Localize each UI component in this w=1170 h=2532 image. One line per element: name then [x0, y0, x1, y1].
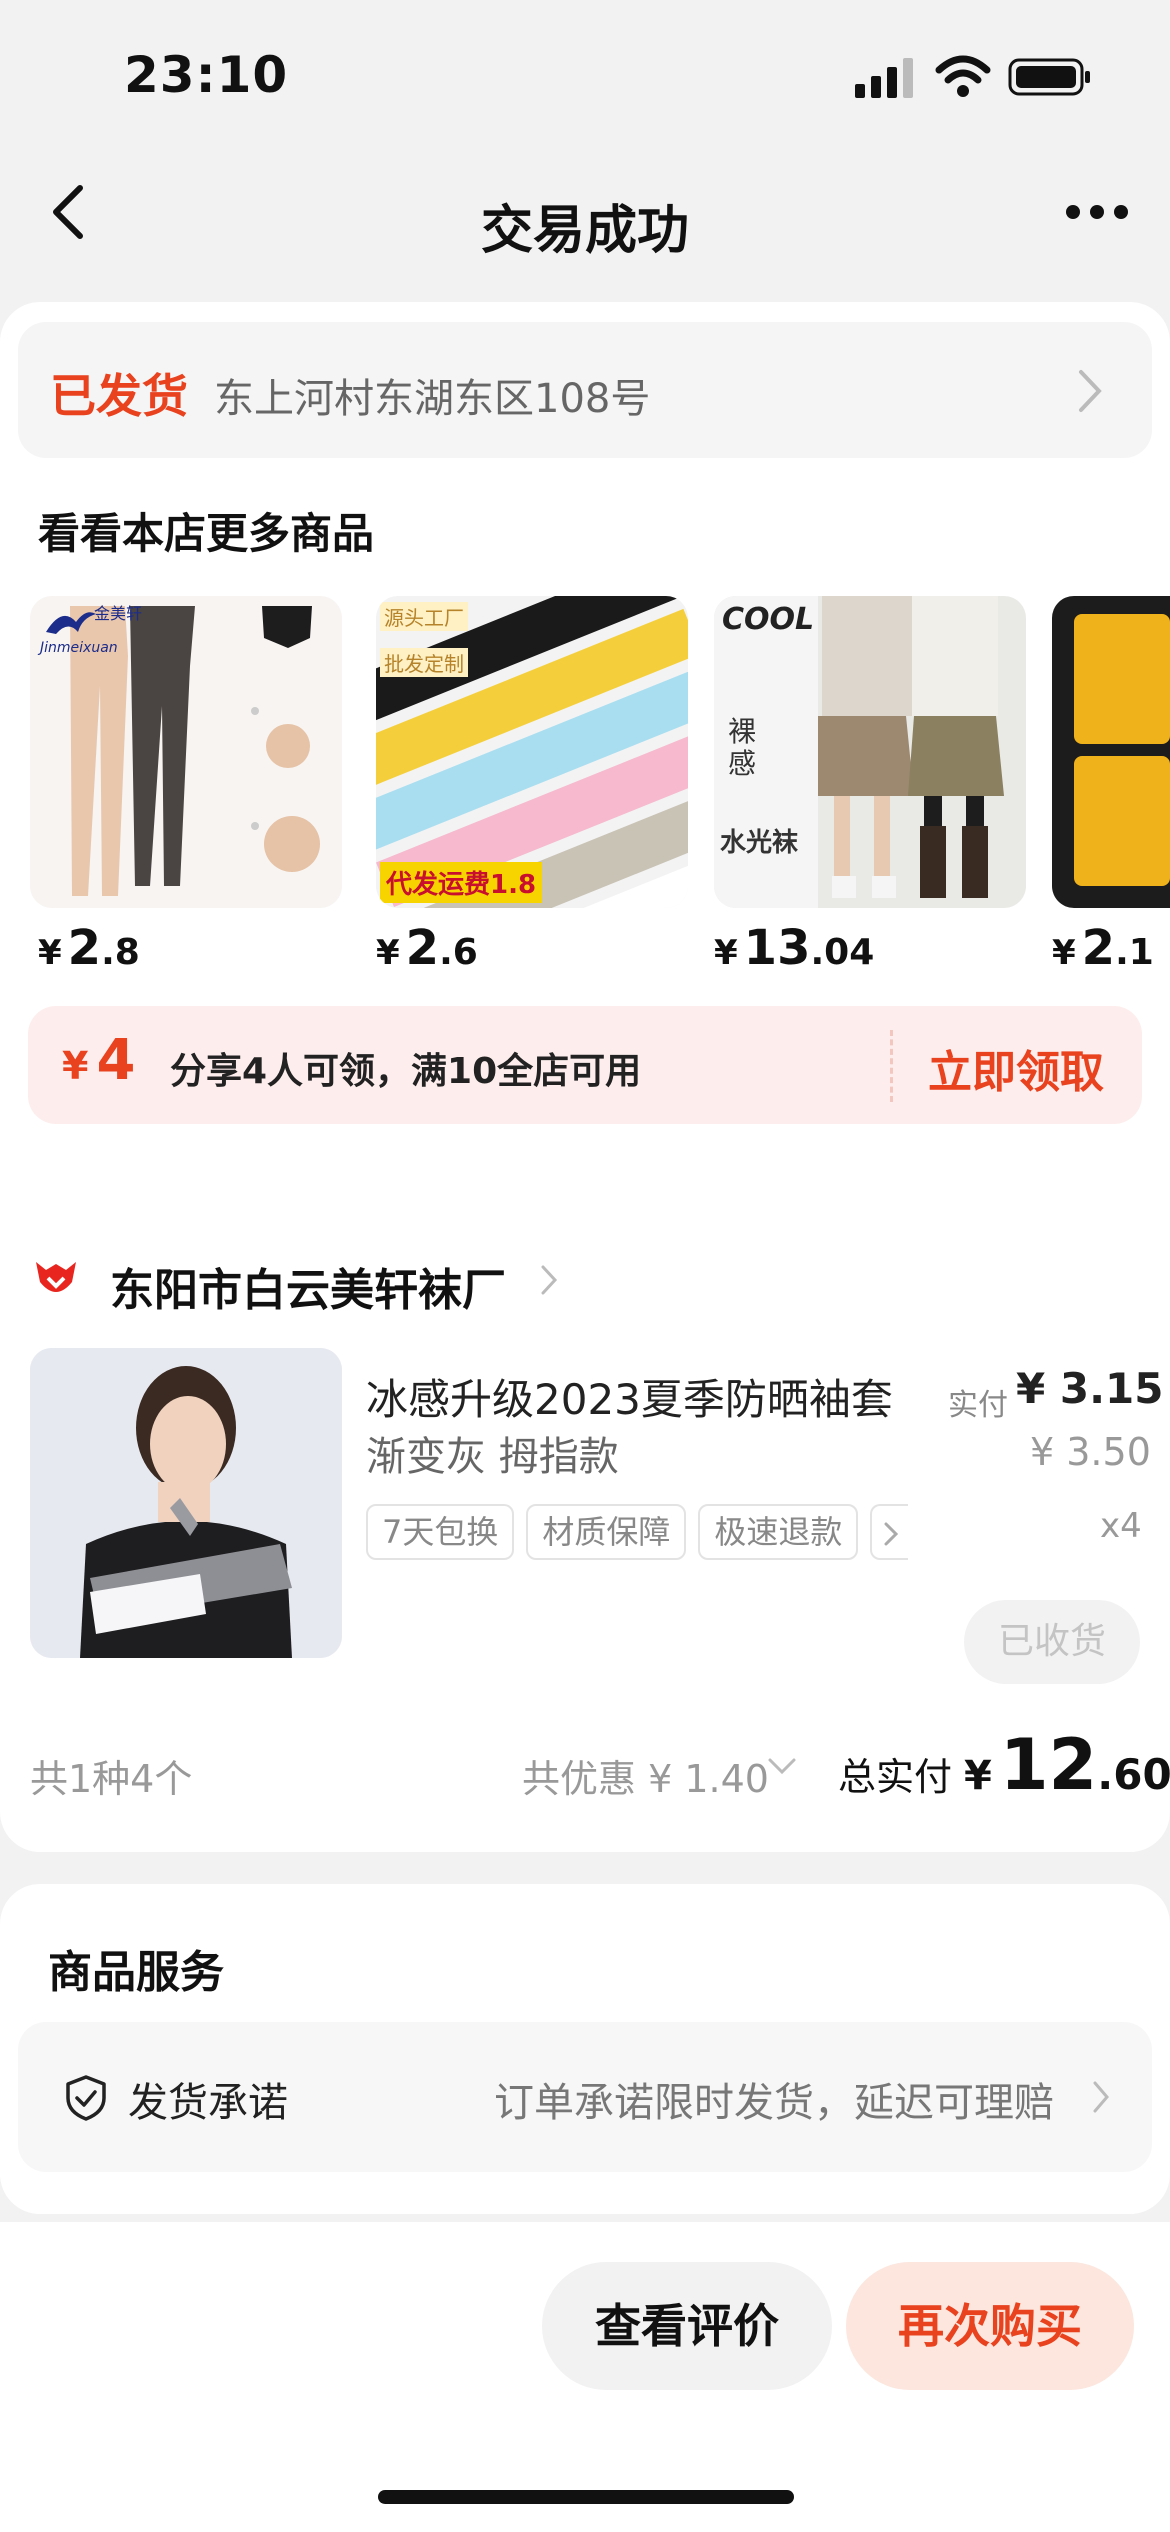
- total-paid-label: 总实付: [838, 1755, 953, 1799]
- thumb-tag: 源头工厂: [380, 602, 468, 631]
- coupon-amount: ¥4: [62, 1028, 136, 1093]
- chevron-down-icon[interactable]: [766, 1756, 798, 1778]
- item-count: 共1种4个: [30, 1757, 193, 1801]
- quantity: x4: [1100, 1506, 1142, 1546]
- service-tag: 7天包换: [366, 1504, 515, 1560]
- order-item-spec: 渐变灰 拇指款: [366, 1434, 619, 1480]
- buy-again-button[interactable]: 再次购买: [846, 2262, 1134, 2390]
- shield-check-icon: [66, 2075, 106, 2121]
- home-indicator: [378, 2490, 794, 2504]
- product-thumbnail[interactable]: 源头工厂 批发定制 代发运费1.8: [376, 596, 688, 908]
- service-label: 发货承诺: [128, 2080, 288, 2126]
- total-paid: ¥12.60: [964, 1724, 1170, 1806]
- brand-text: Jinmeixuan: [40, 640, 118, 656]
- service-tags[interactable]: 7天包换 材质保障 极速退款: [366, 1504, 909, 1560]
- product-thumbnail[interactable]: Jinmeixuan 金美轩: [30, 596, 342, 908]
- service-tag: 材质保障: [526, 1504, 687, 1560]
- wifi-icon: [935, 55, 991, 97]
- paid-price: ¥ 3.15: [1016, 1364, 1164, 1413]
- thumb-shipping-badge: 代发运费1.8: [380, 862, 543, 903]
- brand-logo: [42, 602, 100, 642]
- shop-name[interactable]: 东阳市白云美轩袜厂: [110, 1254, 506, 1318]
- more-products-title: 看看本店更多商品: [38, 509, 375, 558]
- thumb-tag: 批发定制: [380, 648, 468, 677]
- chevron-right-icon: [1079, 370, 1102, 412]
- thumb-text: 水光袜: [720, 828, 799, 858]
- more-tags-chevron-icon: [870, 1504, 909, 1560]
- signal-icon: [855, 58, 913, 98]
- product-price: ¥2.6: [376, 920, 478, 976]
- received-button[interactable]: 已收货: [964, 1600, 1140, 1684]
- discount-total[interactable]: 共优惠 ¥ 1.40: [522, 1748, 769, 1803]
- order-item-image[interactable]: [30, 1348, 342, 1658]
- service-tag: 极速退款: [698, 1504, 859, 1560]
- more-icon[interactable]: [1066, 200, 1138, 224]
- shop-logo-icon: [36, 1262, 76, 1292]
- product-thumbnail[interactable]: COOL 裸感 水光袜: [714, 596, 1026, 908]
- status-time: 23:10: [124, 46, 289, 104]
- shipping-status: 已发货: [50, 369, 188, 423]
- product-price: ¥2.1: [1052, 920, 1154, 976]
- page-title: 交易成功: [480, 201, 689, 261]
- service-title: 商品服务: [48, 1947, 224, 1998]
- chevron-right-icon: [541, 1265, 558, 1295]
- battery-icon: [1008, 58, 1090, 96]
- product-thumbnail[interactable]: [1052, 596, 1170, 908]
- view-review-button[interactable]: 查看评价: [542, 2262, 832, 2390]
- thumb-text: 裸感: [728, 715, 757, 780]
- paid-label: 实付: [948, 1388, 1008, 1423]
- brand-text-cn: 金美轩: [94, 604, 143, 623]
- shipping-address: 东上河村东湖东区108号: [214, 376, 651, 422]
- coupon-divider: [890, 1030, 893, 1102]
- original-price: ¥ 3.50: [1030, 1430, 1151, 1474]
- product-price: ¥2.8: [38, 920, 140, 976]
- chevron-right-icon: [1093, 2081, 1109, 2113]
- thumb-text: COOL: [722, 602, 815, 637]
- product-price: ¥13.04: [714, 920, 875, 976]
- coupon-description: 分享4人可领，满10全店可用: [170, 1051, 642, 1092]
- claim-coupon-button[interactable]: 立即领取: [928, 1036, 1104, 1100]
- order-item-title[interactable]: 冰感升级2023夏季防晒袖套: [366, 1366, 893, 1427]
- service-description: 订单承诺限时发货，延迟可理赔: [494, 2080, 1054, 2126]
